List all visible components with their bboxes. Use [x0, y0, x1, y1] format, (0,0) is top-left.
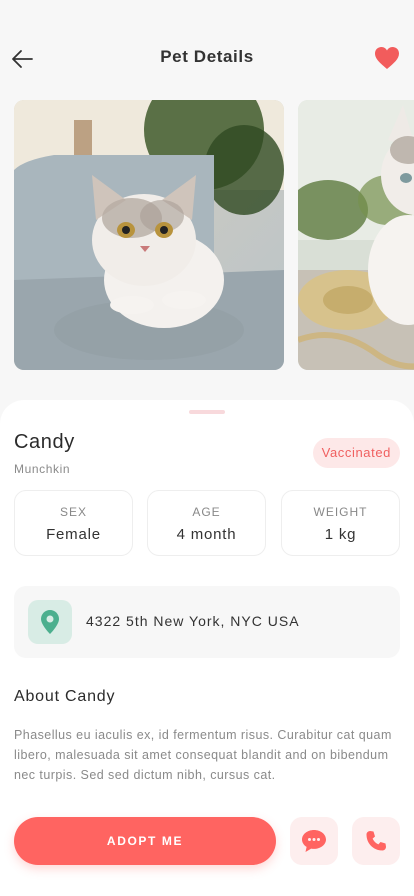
- chat-bubble-icon: [302, 830, 326, 852]
- about-title: About Candy: [14, 688, 116, 705]
- photo-gallery[interactable]: [14, 100, 414, 370]
- vaccinated-badge: Vaccinated: [312, 438, 400, 468]
- top-bar: Pet Details: [0, 0, 414, 100]
- phone-icon: [366, 831, 386, 851]
- pet-photo-main[interactable]: [14, 100, 284, 370]
- location-card[interactable]: 4322 5th New York, NYC USA: [14, 586, 400, 658]
- stat-age: AGE 4 month: [147, 490, 266, 556]
- location-icon-box: [28, 600, 72, 644]
- favorite-button[interactable]: [374, 46, 402, 72]
- call-button[interactable]: [352, 817, 400, 865]
- chat-button[interactable]: [290, 817, 338, 865]
- about-text: Phasellus eu iaculis ex, id fermentum ri…: [14, 728, 392, 782]
- stat-label: WEIGHT: [313, 505, 368, 519]
- location-address: 4322 5th New York, NYC USA: [86, 613, 300, 629]
- pet-photo-secondary[interactable]: [298, 100, 414, 370]
- pet-stats: SEX Female AGE 4 month WEIGHT 1 kg: [14, 490, 400, 556]
- adopt-button[interactable]: ADOPT ME: [14, 817, 276, 865]
- page-title: Pet Details: [160, 47, 254, 66]
- stat-weight: WEIGHT 1 kg: [281, 490, 400, 556]
- stat-value: 4 month: [176, 526, 237, 543]
- stat-sex: SEX Female: [14, 490, 133, 556]
- location-pin-icon: [41, 610, 59, 634]
- pet-breed: Munchkin: [14, 462, 71, 476]
- pet-name: Candy: [14, 431, 75, 453]
- stat-label: AGE: [192, 505, 221, 519]
- heart-icon: [375, 47, 399, 69]
- stat-value: Female: [46, 526, 101, 543]
- details-sheet: Candy Munchkin Vaccinated SEX Female AGE…: [0, 400, 414, 896]
- sheet-handle[interactable]: [189, 410, 225, 414]
- stat-value: 1 kg: [324, 526, 357, 543]
- stat-label: SEX: [59, 505, 87, 519]
